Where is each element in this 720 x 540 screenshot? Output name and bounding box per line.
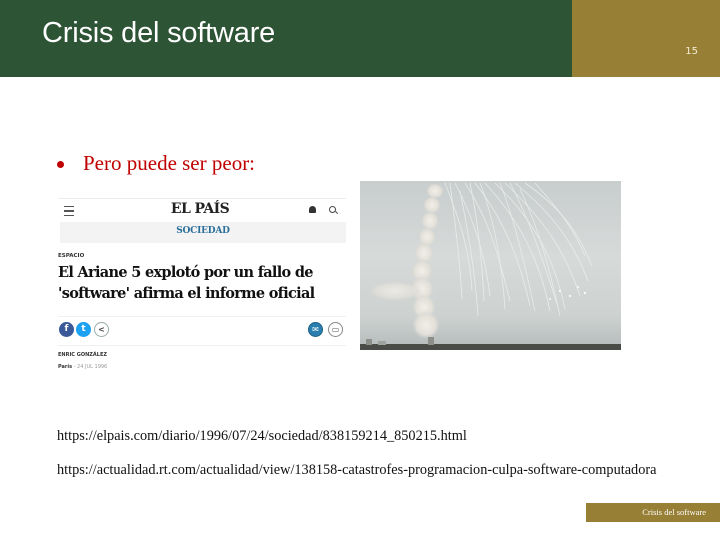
rocket-explosion-photo — [360, 181, 621, 350]
rocket-explosion-illustration — [360, 182, 621, 350]
bullet-text: Pero puede ser peor: — [83, 151, 256, 175]
divider — [58, 345, 346, 346]
divider — [58, 316, 346, 317]
search-icon — [329, 206, 336, 213]
divider — [58, 198, 346, 199]
mail-icon: ✉ — [308, 322, 323, 337]
facebook-icon: f — [59, 322, 74, 337]
slide-number-box: 15 — [572, 0, 720, 77]
reference-link-elpais[interactable]: https://elpais.com/diario/1996/07/24/soc… — [57, 428, 467, 445]
bullet-item: Pero puede ser peor: — [57, 151, 255, 176]
share-icon: < — [94, 322, 109, 337]
article-date: - 24 JUL 1996 — [73, 364, 108, 370]
section-label: SOCIEDAD — [176, 226, 230, 236]
footer-badge: Crisis del software — [586, 503, 720, 522]
section-bar: SOCIEDAD — [60, 222, 346, 243]
article-dateline: París - 24 JUL 1996 — [58, 364, 107, 370]
slide-title: Crisis del software — [42, 17, 276, 49]
article-author: ENRIC GONZÁLEZ — [58, 352, 107, 358]
footer-text: Crisis del software — [642, 507, 706, 517]
user-icon — [309, 206, 316, 213]
kicker-label: ESPACIO — [58, 253, 85, 259]
newspaper-logo: EL PAÍS — [170, 201, 230, 217]
article-headline: El Ariane 5 explotó por un fallo de 'sof… — [58, 264, 315, 302]
newspaper-screenshot: EL PAÍS SOCIEDAD ESPACIO El Ariane 5 exp… — [50, 196, 350, 382]
header-bar: Crisis del software — [0, 0, 572, 77]
smoke-trail — [367, 183, 444, 339]
print-icon: ▭ — [328, 322, 343, 337]
twitter-icon: t — [76, 322, 91, 337]
ground — [360, 344, 621, 350]
article-place: París — [58, 364, 73, 370]
reference-link-rt[interactable]: https://actualidad.rt.com/actualidad/vie… — [57, 460, 657, 480]
slide-number: 15 — [685, 46, 698, 57]
bullet-icon — [57, 161, 64, 168]
